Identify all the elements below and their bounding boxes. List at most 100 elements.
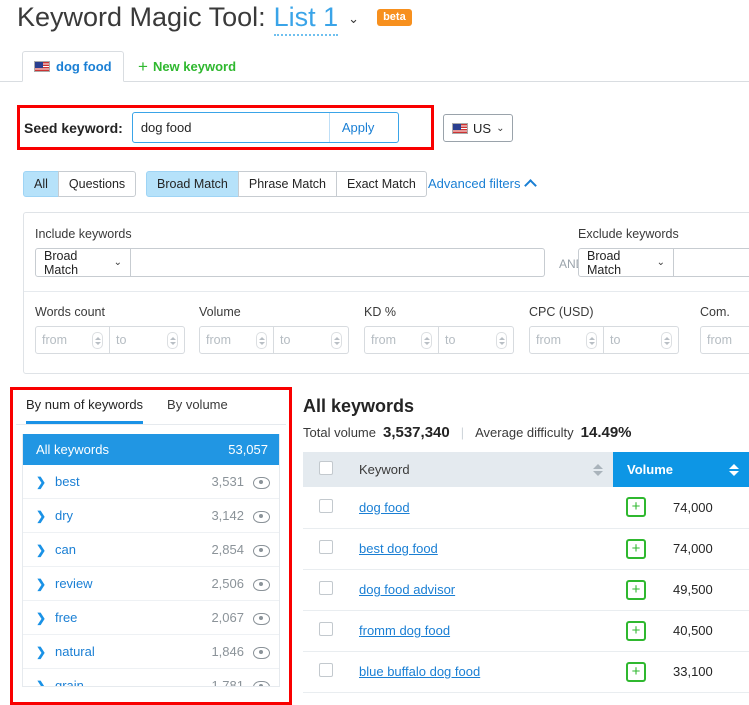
filter-button-questions[interactable]: Questions (57, 171, 137, 197)
row-checkbox[interactable] (319, 498, 333, 513)
row-checkbox[interactable] (319, 581, 333, 595)
keyword-column-header[interactable]: Keyword (349, 452, 613, 487)
cpc-range: from to (529, 326, 679, 354)
stepper-icon[interactable] (256, 332, 267, 349)
table-row[interactable]: fromm dog food + 40,500 (303, 610, 749, 652)
eye-icon[interactable] (253, 544, 270, 557)
apply-button[interactable]: Apply (328, 113, 387, 142)
exclude-keywords-input[interactable] (674, 248, 749, 277)
add-keyword-button[interactable]: + (626, 620, 646, 641)
stepper-icon[interactable] (167, 332, 178, 349)
sidebar-item-all-keywords[interactable]: All keywords 53,057 (23, 434, 279, 465)
keyword-link[interactable]: blue buffalo dog food (359, 664, 480, 679)
row-checkbox[interactable] (319, 663, 333, 677)
eye-icon[interactable] (253, 646, 270, 659)
stepper-icon[interactable] (586, 332, 597, 349)
stepper-icon[interactable] (92, 332, 103, 349)
tab-dog-food-label: dog food (56, 59, 112, 74)
filter-button-phrase-match[interactable]: Phrase Match (237, 171, 337, 197)
keyword-link[interactable]: best dog food (359, 541, 438, 556)
include-match-select[interactable]: Broad Match ⌄ (35, 248, 131, 277)
filter-button-exact-match[interactable]: Exact Match (336, 171, 427, 197)
words-count-to[interactable]: to (110, 326, 185, 354)
eye-icon[interactable] (253, 476, 270, 489)
row-checkbox-cell (303, 569, 349, 611)
add-keyword-button[interactable]: + (626, 579, 646, 600)
chevron-right-icon[interactable]: ❯ (36, 611, 46, 625)
stepper-icon[interactable] (421, 332, 432, 349)
list-selector-link[interactable]: List 1 (273, 2, 339, 36)
volume-from[interactable]: from (199, 326, 274, 354)
country-selector[interactable]: US ⌄ (443, 114, 514, 142)
sidebar-item-can[interactable]: ❯ can 2,854 (23, 533, 279, 567)
words-count-from-placeholder: from (42, 333, 67, 347)
sidebar-item-natural-label: natural (55, 644, 95, 659)
exclude-match-select[interactable]: Broad Match ⌄ (578, 248, 674, 277)
filter-button-broad-match[interactable]: Broad Match (146, 171, 239, 197)
include-match-value: Broad Match (44, 248, 79, 277)
keyword-link[interactable]: dog food (359, 500, 410, 515)
keyword-column-label: Keyword (359, 462, 410, 477)
cpc-from[interactable]: from (529, 326, 604, 354)
words-count-from[interactable]: from (35, 326, 110, 354)
chevron-right-icon[interactable]: ❯ (36, 577, 46, 591)
chevron-right-icon[interactable]: ❯ (36, 475, 46, 489)
eye-icon[interactable] (253, 578, 270, 591)
chevron-right-icon[interactable]: ❯ (36, 645, 46, 659)
select-all-checkbox[interactable] (319, 461, 333, 475)
volume-to[interactable]: to (274, 326, 349, 354)
eye-icon[interactable] (253, 680, 270, 686)
table-row[interactable]: dog food + 74,000 (303, 487, 749, 529)
row-keyword-cell: dog food (349, 487, 613, 529)
sidebar-item-grain-count: 1,781 (211, 678, 244, 687)
chevron-right-icon[interactable]: ❯ (36, 679, 46, 687)
chevron-right-icon[interactable]: ❯ (36, 543, 46, 557)
table-row[interactable]: blue buffalo dog food + 33,100 (303, 651, 749, 693)
add-keyword-button[interactable]: + (626, 661, 646, 682)
kd-to[interactable]: to (439, 326, 514, 354)
table-row[interactable]: best dog food + 74,000 (303, 528, 749, 570)
keyword-magic-tool-page: Keyword Magic Tool: List 1 ⌄ beta dog fo… (0, 0, 749, 705)
sidebar-item-grain[interactable]: ❯ grain 1,781 (23, 669, 279, 687)
sidebar-item-free-label: free (55, 610, 78, 625)
sidebar-tab-by-num-of-keywords[interactable]: By num of keywords (26, 393, 144, 424)
row-checkbox[interactable] (319, 540, 333, 554)
stepper-icon[interactable] (331, 332, 342, 349)
chevron-down-icon[interactable]: ⌄ (348, 11, 359, 27)
sidebar-item-review[interactable]: ❯ review 2,506 (23, 567, 279, 601)
sidebar-item-free[interactable]: ❯ free 2,067 (23, 601, 279, 635)
keyword-link[interactable]: dog food advisor (359, 582, 455, 597)
sidebar-sort-tabs: By num of keywords By volume (16, 393, 286, 425)
page-title: Keyword Magic Tool: List 1 ⌄ beta (17, 2, 412, 36)
sidebar-item-dry[interactable]: ❯ dry 3,142 (23, 499, 279, 533)
chevron-right-icon[interactable]: ❯ (36, 509, 46, 523)
exclude-match-value: Broad Match (587, 248, 622, 277)
sort-icon[interactable] (593, 463, 603, 476)
table-row[interactable]: dog food advisor + 49,500 (303, 569, 749, 611)
tab-new-keyword[interactable]: + New keyword (128, 51, 246, 82)
sidebar-item-natural[interactable]: ❯ natural 1,846 (23, 635, 279, 669)
kd-label: KD % (364, 305, 396, 319)
stepper-icon[interactable] (661, 332, 672, 349)
filter-button-all[interactable]: All (23, 171, 59, 197)
sidebar-item-best[interactable]: ❯ best 3,531 (23, 465, 279, 499)
total-volume-value: 3,537,340 (382, 424, 450, 441)
tab-dog-food[interactable]: dog food (22, 51, 124, 82)
seed-keyword-input[interactable] (132, 113, 329, 142)
add-keyword-button[interactable]: + (626, 497, 646, 518)
sidebar-tab-by-volume[interactable]: By volume (167, 393, 228, 424)
advanced-filters-toggle[interactable]: Advanced filters (428, 176, 537, 192)
eye-icon[interactable] (253, 510, 270, 523)
cpc-to[interactable]: to (604, 326, 679, 354)
row-checkbox[interactable] (319, 622, 333, 636)
include-keywords-input[interactable] (131, 248, 545, 277)
sort-icon[interactable] (729, 463, 739, 476)
sidebar-item-can-count: 2,854 (211, 542, 244, 557)
kd-from[interactable]: from (364, 326, 439, 354)
stepper-icon[interactable] (496, 332, 507, 349)
add-keyword-button[interactable]: + (626, 538, 646, 559)
keyword-link[interactable]: fromm dog food (359, 623, 450, 638)
com-from[interactable]: from (700, 326, 749, 354)
volume-column-header[interactable]: Volume (613, 452, 749, 487)
eye-icon[interactable] (253, 612, 270, 625)
